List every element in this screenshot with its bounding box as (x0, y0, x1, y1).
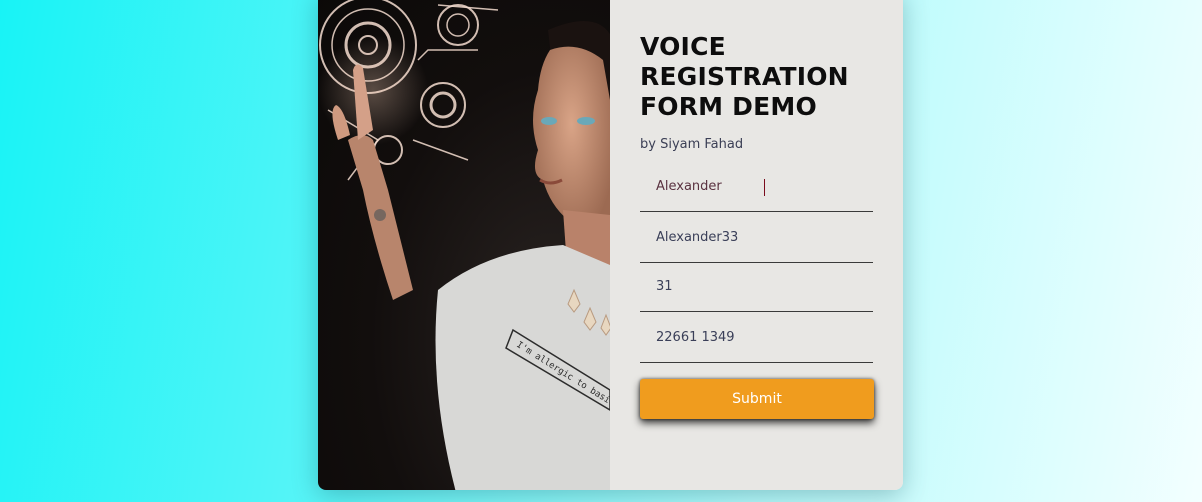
phone-input[interactable] (640, 313, 873, 362)
submit-button[interactable]: Submit (640, 379, 874, 419)
author-byline: by Siyam Fahad (640, 137, 744, 152)
age-input[interactable] (640, 262, 873, 311)
username-input[interactable] (640, 213, 873, 262)
text-caret (764, 179, 765, 196)
name-input[interactable] (640, 162, 873, 211)
age-field (640, 262, 873, 312)
form-title: VOICE REGISTRATION FORM DEMO (640, 32, 849, 121)
username-field (640, 213, 873, 263)
woman-hologram-illustration: I'm allergic to basi (318, 0, 610, 490)
form-panel: VOICE REGISTRATION FORM DEMO by Siyam Fa… (610, 0, 903, 490)
registration-card: I'm allergic to basi VOICE REGISTRATION … (318, 0, 903, 490)
hero-image: I'm allergic to basi (318, 0, 610, 490)
name-field (640, 162, 873, 212)
phone-field (640, 313, 873, 363)
